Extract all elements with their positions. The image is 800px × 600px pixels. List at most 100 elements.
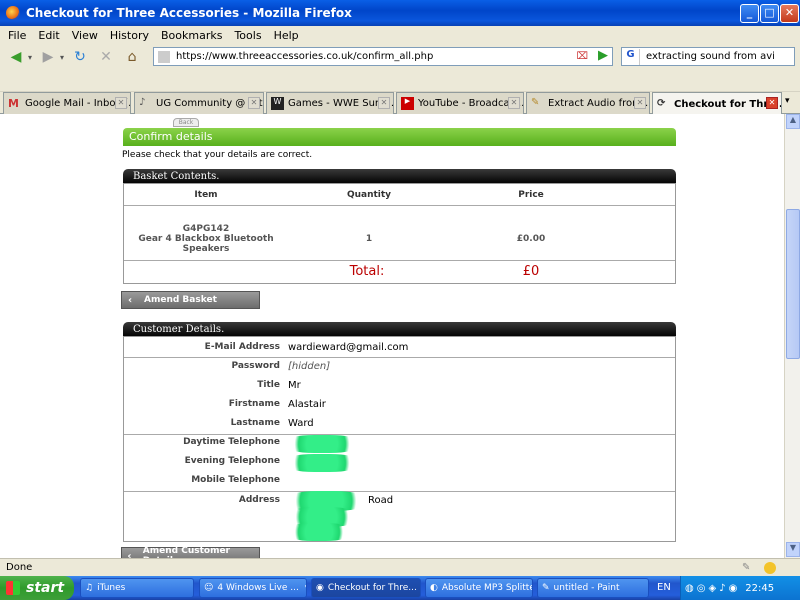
total-value: £0 (522, 264, 540, 279)
back-icon[interactable]: ◀ (6, 47, 26, 67)
back-tab[interactable]: Back (173, 118, 199, 127)
evening-phone-row: Evening Telephone (124, 456, 677, 466)
bookmarks-toolbar (0, 69, 800, 92)
task-windows-live[interactable]: ☺4 Windows Live ... ▾ (199, 578, 307, 598)
rss-icon[interactable]: ⌧ (576, 51, 588, 62)
messenger-tray-icon[interactable]: ◎ (697, 583, 706, 594)
stop-icon[interactable]: ✕ (96, 47, 116, 67)
title-row: Title Mr (124, 380, 677, 391)
close-icon[interactable]: ✕ (115, 97, 127, 109)
google-search-icon[interactable]: G (622, 48, 640, 65)
mobile-phone-label: Mobile Telephone (191, 475, 280, 485)
email-value: wardieward@gmail.com (288, 342, 409, 353)
task-paint[interactable]: ✎ untitled - Paint (537, 578, 649, 598)
tab-bar: M Google Mail - Inbox (... ✕ ♪ UG Communi… (0, 92, 800, 115)
scroll-thumb[interactable] (786, 209, 800, 359)
minimize-button[interactable]: _ (740, 4, 759, 23)
menu-help[interactable]: Help (274, 29, 299, 42)
site-icon (158, 50, 170, 63)
url-text: https://www.threeaccessories.co.uk/confi… (176, 51, 434, 62)
start-button[interactable]: start (0, 576, 74, 600)
search-bar[interactable]: G extracting sound from avi (621, 47, 795, 66)
firefox-icon: ◉ (316, 583, 324, 593)
volume-icon[interactable]: ♪ (719, 583, 725, 594)
scroll-up-icon[interactable]: ▲ (786, 114, 800, 129)
close-icon[interactable]: ✕ (634, 97, 646, 109)
firefox-icon (6, 6, 20, 20)
menu-bar: File Edit View History Bookmarks Tools H… (0, 26, 800, 45)
item-name-line1: Gear 4 Blackbox Bluetooth (138, 234, 274, 244)
redaction-scribble (284, 454, 360, 472)
total-row: Total: £0 (124, 264, 677, 279)
item-cell: G4PG142 Gear 4 Blackbox Bluetooth Speake… (124, 224, 288, 254)
window-title: Checkout for Three Accessories - Mozilla… (26, 6, 352, 20)
tab-checkout[interactable]: ⟳ Checkout for Thre... ✕ (652, 92, 782, 115)
customer-details-panel: E-Mail Address wardieward@gmail.com Passw… (123, 336, 676, 542)
forward-icon[interactable]: ▶ (38, 47, 58, 67)
task-itunes[interactable]: ♫ iTunes (80, 578, 194, 598)
close-icon[interactable]: ✕ (378, 97, 390, 109)
smiley-icon[interactable] (764, 561, 776, 574)
amend-customer-details-button[interactable]: ‹ Amend Customer Details (121, 546, 260, 559)
menu-view[interactable]: View (72, 29, 98, 42)
task-checkout-firefox[interactable]: ◉ Checkout for Thre... (311, 578, 421, 598)
basket-header-row: Item Quantity Price (124, 190, 677, 200)
item-code: G4PG142 (182, 224, 230, 234)
menu-history[interactable]: History (110, 29, 149, 42)
popup-blocked-icon[interactable]: ✎ (742, 562, 750, 573)
maximize-button[interactable]: □ (760, 4, 779, 23)
title-bar: Checkout for Three Accessories - Mozilla… (0, 0, 800, 26)
address-label: Address (238, 495, 280, 505)
back-dropdown-icon[interactable]: ▾ (28, 53, 32, 62)
amend-customer-details-label: Amend Customer Details (142, 546, 230, 558)
lastname-label: Lastname (230, 418, 280, 428)
url-bar[interactable]: https://www.threeaccessories.co.uk/confi… (153, 47, 613, 66)
tab-gmail[interactable]: M Google Mail - Inbox (... ✕ (3, 92, 131, 114)
tab-youtube[interactable]: ▶ YouTube - Broadcas... ✕ (396, 92, 524, 114)
forward-dropdown-icon[interactable]: ▾ (60, 53, 64, 62)
task-mp3-splitter[interactable]: ◐ Absolute MP3 Splitter (425, 578, 533, 598)
task-label: Absolute MP3 Splitter (441, 583, 533, 593)
redaction-scribble (284, 435, 360, 453)
intro-text: Please check that your details are corre… (122, 150, 313, 160)
paint-icon: ✎ (542, 583, 550, 593)
menu-edit[interactable]: Edit (38, 29, 59, 42)
network-icon[interactable]: ◍ (685, 583, 694, 594)
close-icon[interactable]: ✕ (508, 97, 520, 109)
system-tray: ◍ ◎ ◈ ♪ ◉ 22:45 (680, 576, 800, 600)
shield-icon[interactable]: ◈ (708, 583, 716, 594)
tab-wwe-games[interactable]: W Games - WWE Survi... ✕ (266, 92, 394, 114)
home-icon[interactable]: ⌂ (122, 47, 142, 67)
vertical-scrollbar[interactable]: ▲ ▼ (784, 114, 800, 558)
tab-extract-audio[interactable]: ✎ Extract Audio from ... ✕ (526, 92, 650, 114)
chevron-left-icon: ‹ (127, 550, 132, 559)
menu-bookmarks[interactable]: Bookmarks (161, 29, 222, 42)
wwe-icon: W (271, 97, 284, 110)
scroll-down-icon[interactable]: ▼ (786, 542, 800, 557)
status-text: Done (6, 562, 33, 573)
tab-list-icon[interactable]: ▾ (785, 96, 790, 106)
firstname-row: Firstname Alastair (124, 399, 677, 410)
item-column-header: Item (194, 190, 218, 200)
amend-basket-label: Amend Basket (144, 295, 217, 305)
amend-basket-button[interactable]: ‹ Amend Basket (121, 291, 260, 309)
menu-file[interactable]: File (8, 29, 26, 42)
menu-tools[interactable]: Tools (234, 29, 261, 42)
mobile-phone-row: Mobile Telephone (124, 475, 677, 485)
reload-icon[interactable]: ↻ (70, 47, 90, 67)
close-icon[interactable]: ✕ (766, 97, 778, 109)
itunes-icon: ♫ (85, 583, 94, 593)
task-label: iTunes (97, 583, 126, 593)
windows-logo-icon (6, 581, 20, 595)
tab-ug-community[interactable]: ♪ UG Community @ Ult... ✕ (134, 92, 264, 114)
close-icon[interactable]: ✕ (248, 97, 260, 109)
pencil-icon: ✎ (531, 97, 540, 108)
password-value: [hidden] (288, 361, 331, 372)
language-indicator[interactable]: EN (657, 582, 671, 593)
item-name-line2: Speakers (182, 244, 230, 254)
task-label: Checkout for Thre... (327, 583, 417, 593)
go-icon[interactable]: ▶ (598, 48, 608, 63)
close-button[interactable]: ✕ (780, 4, 799, 23)
itunes-tray-icon[interactable]: ◉ (729, 583, 738, 594)
quantity-column-header: Quantity (346, 190, 392, 200)
